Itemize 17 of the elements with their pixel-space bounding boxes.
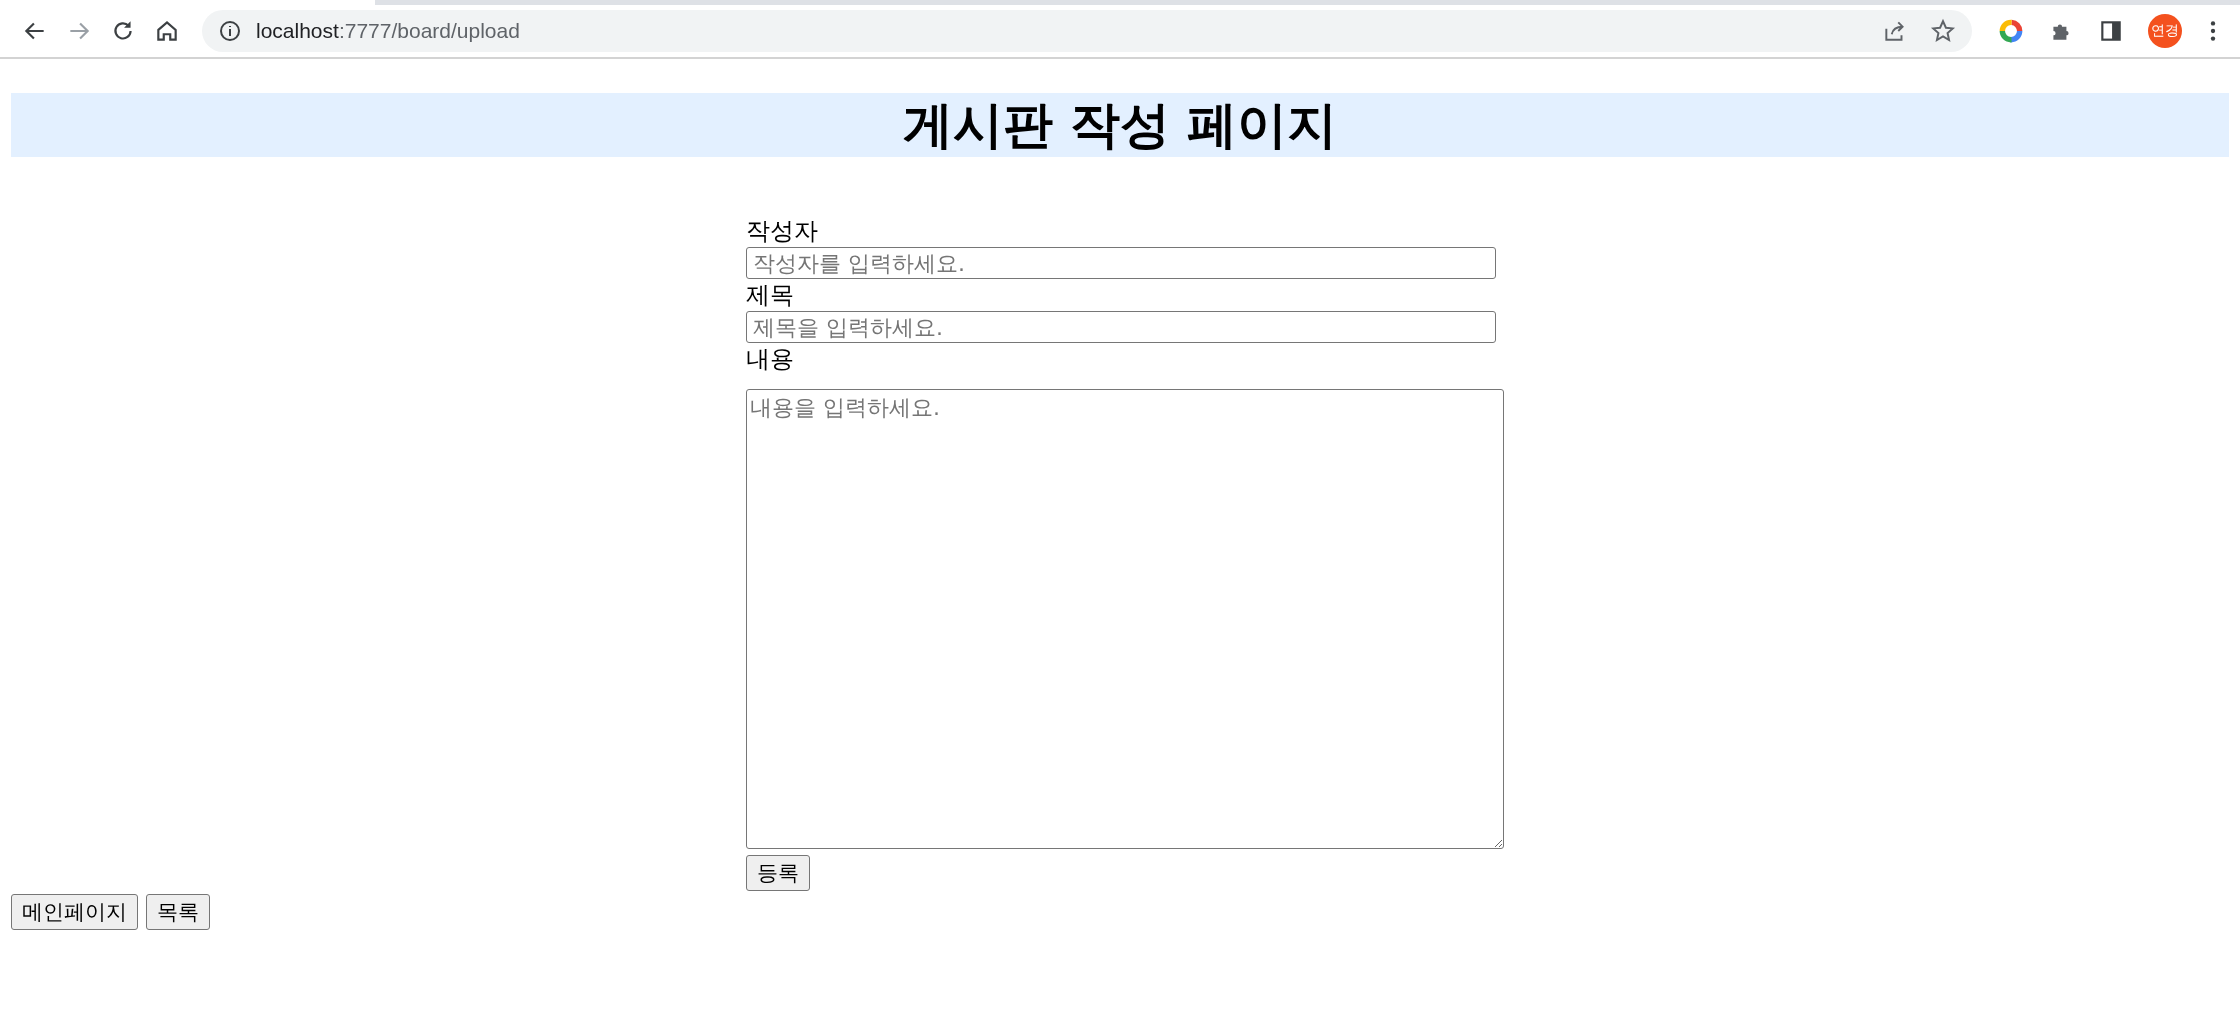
url-text: localhost:7777/board/upload xyxy=(256,19,521,43)
submit-button[interactable]: 등록 xyxy=(746,855,810,891)
color-ring-icon[interactable] xyxy=(1998,18,2024,44)
nav-button[interactable]: 목록 xyxy=(146,894,210,930)
info-icon[interactable] xyxy=(218,19,242,43)
star-icon[interactable] xyxy=(1930,18,1956,44)
nav-button[interactable]: 메인페이지 xyxy=(11,894,138,930)
page-title-banner: 게시판 작성 페이지 xyxy=(11,93,2229,157)
address-bar[interactable]: localhost:7777/board/upload xyxy=(202,10,1972,52)
home-icon[interactable] xyxy=(154,18,180,44)
field-label: 내용 xyxy=(746,344,794,375)
field-label: 제목 xyxy=(746,280,794,311)
field-label: 작성자 xyxy=(746,216,818,247)
side-panel-icon[interactable] xyxy=(2098,18,2124,44)
input-field[interactable]: 제목을 입력하세요. xyxy=(746,311,1496,343)
input-field[interactable]: 작성자를 입력하세요. xyxy=(746,247,1496,279)
textarea-field[interactable]: 내용을 입력하세요. xyxy=(746,389,1504,849)
